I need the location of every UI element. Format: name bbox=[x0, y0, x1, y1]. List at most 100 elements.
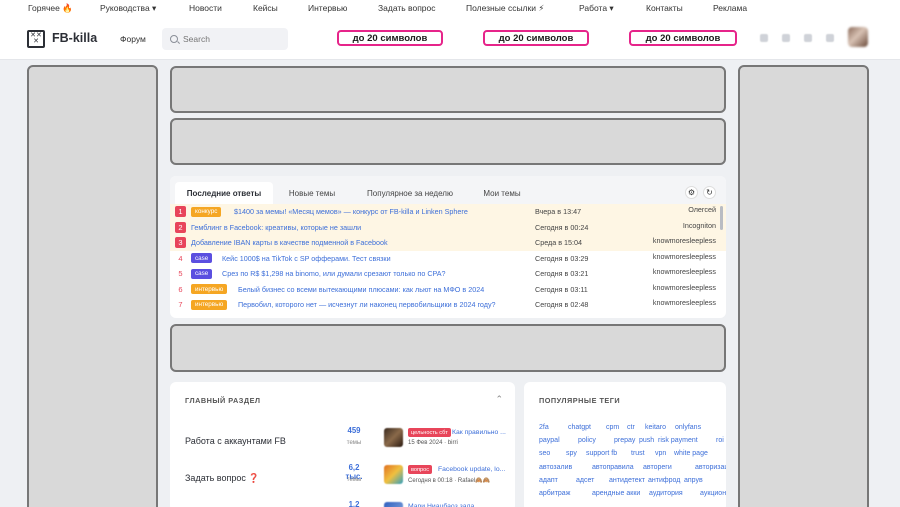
tag-link[interactable]: адсет bbox=[576, 477, 594, 484]
ad-slot-2[interactable]: до 20 символов bbox=[483, 30, 589, 46]
tag-link[interactable]: антидетект bbox=[609, 477, 645, 484]
row-thread-link[interactable]: Гемблинг в Facebook: креативы, которые н… bbox=[191, 223, 361, 232]
row-prefix-badge[interactable]: интервью bbox=[191, 284, 228, 294]
row-timestamp: Сегодня в 03:11 bbox=[535, 284, 588, 294]
last-post-avatar[interactable] bbox=[384, 465, 403, 484]
nav-item[interactable]: Контакты bbox=[646, 3, 683, 13]
section-name[interactable]: Задать вопрос ❓ bbox=[185, 473, 260, 484]
tab-popular-week[interactable]: Популярное за неделю bbox=[358, 182, 462, 204]
nav-item[interactable]: Горячее 🔥 bbox=[28, 3, 73, 14]
tag-link[interactable]: автоправила bbox=[592, 464, 634, 471]
tag-link[interactable]: risk payment bbox=[658, 437, 698, 444]
tag-link[interactable]: авторизация bbox=[695, 464, 726, 471]
row-prefix-badge[interactable]: конкурс bbox=[191, 206, 222, 217]
last-post-meta: 15 Фев 2024 · birri bbox=[408, 440, 458, 446]
forum-section-row[interactable]: Работа с аккаунтами FB 459 темы цельность с… bbox=[170, 420, 515, 456]
row-prefix-badge[interactable]: case bbox=[191, 253, 213, 263]
nav-item[interactable]: Работа ▾ bbox=[579, 3, 614, 14]
nav-item[interactable]: Полезные ссылки ⚡ bbox=[466, 3, 544, 14]
row-username[interactable]: knowmoresleepless bbox=[653, 267, 716, 276]
row-username[interactable]: knowmoresleepless bbox=[653, 236, 716, 245]
last-post-title[interactable]: Как правильно ... bbox=[452, 429, 506, 436]
phone-icon[interactable] bbox=[782, 34, 790, 42]
nav-item[interactable]: Кейсы bbox=[253, 3, 278, 13]
banner-placeholder-2 bbox=[170, 118, 726, 165]
row-thread-link[interactable]: Кейс 1000$ на TikTok с SP офферами. Тест… bbox=[222, 254, 391, 263]
tab-new-threads[interactable]: Новые темы bbox=[278, 182, 346, 204]
nav-item[interactable]: Реклама bbox=[713, 3, 747, 13]
tag-link[interactable]: keitaro bbox=[645, 424, 666, 431]
activity-scrollbar[interactable] bbox=[720, 206, 723, 230]
tag-link[interactable]: арбитраж bbox=[539, 490, 570, 497]
row-username[interactable]: Incogniton bbox=[683, 221, 716, 230]
row-username[interactable]: knowmoresleepless bbox=[653, 298, 716, 307]
tag-link[interactable]: адапт bbox=[539, 477, 558, 484]
tag-link[interactable]: ctr bbox=[627, 424, 635, 431]
last-post-avatar[interactable] bbox=[384, 502, 403, 507]
tag-link[interactable]: chatgpt bbox=[568, 424, 591, 431]
row-prefix-badge[interactable]: case bbox=[191, 268, 213, 279]
row-thread-link[interactable]: $1400 за мемы! «Месяц мемов» — конкурс о… bbox=[234, 207, 468, 216]
tag-row: 2fa chatgpt cpm ctr keitaro onlyfans bbox=[539, 424, 721, 437]
mail-icon[interactable] bbox=[804, 34, 812, 42]
tag-link[interactable]: seo bbox=[539, 450, 550, 457]
main-section-panel: Главный раздел ⌃ Работа с аккаунтами FB 4… bbox=[170, 382, 515, 507]
search-box[interactable] bbox=[162, 28, 288, 50]
last-post-title[interactable]: Мари Ниацбаоз зала bbox=[408, 503, 474, 507]
ad-slot-1[interactable]: до 20 символов bbox=[337, 30, 443, 46]
nav-item[interactable]: Задать вопрос bbox=[378, 3, 436, 13]
last-post-prefix[interactable]: цельность сбт bbox=[408, 428, 451, 437]
bookmark-icon[interactable] bbox=[760, 34, 768, 42]
nav-item[interactable]: Новости bbox=[189, 3, 222, 13]
tag-link[interactable]: policy bbox=[578, 437, 596, 444]
last-post-prefix[interactable]: вопрос bbox=[408, 465, 433, 474]
row-username[interactable]: knowmoresleepless bbox=[653, 252, 716, 261]
last-post-title[interactable]: Facebook update, lo... bbox=[438, 466, 505, 473]
activity-row: 2 Гемблинг в Facebook: креативы, которые … bbox=[170, 219, 726, 235]
row-thread-link[interactable]: Первобил, которого нет — исчезнут ли нак… bbox=[238, 300, 496, 309]
search-input[interactable] bbox=[183, 34, 283, 44]
tag-link[interactable]: арендные акки bbox=[592, 490, 640, 497]
nav-item[interactable]: Интервью bbox=[308, 3, 347, 13]
ad-slot-3[interactable]: до 20 символов bbox=[629, 30, 737, 46]
row-prefix-badge[interactable]: интервью bbox=[191, 299, 228, 310]
logo-text[interactable]: FB-killa bbox=[52, 31, 97, 45]
tab-my-threads[interactable]: Мои темы bbox=[476, 182, 528, 204]
tag-link[interactable]: onlyfans bbox=[675, 424, 701, 431]
tag-link[interactable]: апрув bbox=[684, 477, 703, 484]
forum-section-row[interactable]: 1,2 тыс. Мари Ниацбаоз зала bbox=[170, 494, 515, 507]
tag-link[interactable]: trust bbox=[631, 450, 645, 457]
tag-link[interactable]: paypal bbox=[539, 437, 560, 444]
row-thread-link[interactable]: Белый бизнес со всеми вытекающими плюсам… bbox=[238, 285, 484, 294]
forum-section-row[interactable]: Задать вопрос ❓ 6,2 тыс. темы вопрос Faceboo… bbox=[170, 457, 515, 493]
tag-link[interactable]: автореги bbox=[643, 464, 672, 471]
last-post-avatar[interactable] bbox=[384, 428, 403, 447]
tab-latest-replies[interactable]: Последние ответы bbox=[175, 182, 273, 204]
chevron-up-icon[interactable]: ⌃ bbox=[495, 394, 503, 405]
forum-link[interactable]: Форум bbox=[120, 34, 146, 44]
refresh-icon[interactable]: ↻ bbox=[703, 186, 716, 199]
tag-link[interactable]: аукцион bbox=[700, 490, 726, 497]
row-thread-link[interactable]: Срез по R$ $1,298 на binomo, или думали … bbox=[222, 269, 446, 278]
tag-link[interactable]: vpn bbox=[655, 450, 666, 457]
tag-link[interactable]: roi bbox=[716, 437, 724, 444]
row-thread-link[interactable]: Добавление IBAN карты в качестве подменн… bbox=[191, 238, 388, 247]
logo-icon[interactable]: ✕✕ ✕ bbox=[27, 30, 45, 48]
tag-link[interactable]: push bbox=[639, 437, 654, 444]
tag-link[interactable]: аудитория bbox=[649, 490, 683, 497]
tag-link[interactable]: 2fa bbox=[539, 424, 549, 431]
tag-link[interactable]: cpm bbox=[606, 424, 619, 431]
row-username[interactable]: Олегсей bbox=[688, 205, 716, 214]
tag-link[interactable]: support fb bbox=[586, 450, 617, 457]
tag-link[interactable]: prepay bbox=[614, 437, 635, 444]
row-username[interactable]: knowmoresleepless bbox=[653, 283, 716, 292]
tag-link[interactable]: white page bbox=[674, 450, 708, 457]
tag-link[interactable]: автозалив bbox=[539, 464, 572, 471]
nav-item[interactable]: Руководства ▾ bbox=[100, 3, 156, 14]
tag-link[interactable]: антифрод bbox=[648, 477, 680, 484]
gear-icon[interactable]: ⚙ bbox=[685, 186, 698, 199]
tag-link[interactable]: spy bbox=[566, 450, 577, 457]
section-name[interactable]: Работа с аккаунтами FB bbox=[185, 436, 286, 446]
avatar[interactable] bbox=[848, 27, 868, 47]
bell-icon[interactable] bbox=[826, 34, 834, 42]
